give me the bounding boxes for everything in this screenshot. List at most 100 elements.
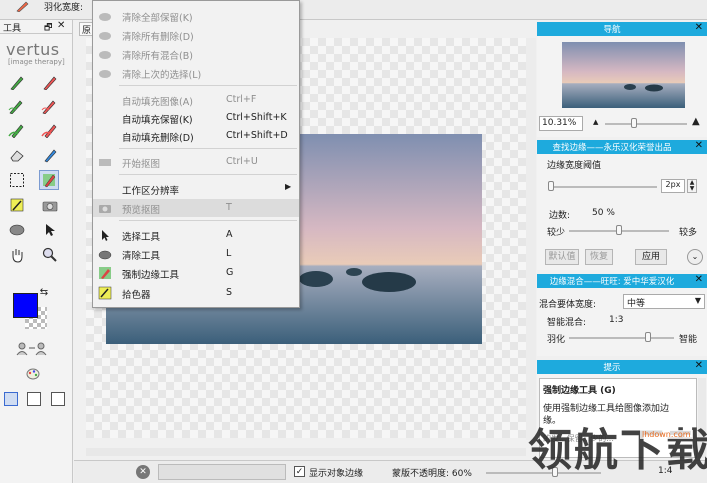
menu-item-clear-last-selection[interactable]: 清除上次的选择(L) <box>93 64 299 82</box>
zoom-icon[interactable] <box>40 245 60 265</box>
menu-separator <box>119 174 297 175</box>
camera-icon <box>98 201 112 215</box>
close-icon[interactable]: ✕ <box>695 22 703 33</box>
force-edge-tool-icon[interactable] <box>39 170 59 190</box>
eraser-icon <box>98 47 112 61</box>
tools-panel: 工具 🗗 ✕ vertus [image therapy] ⇆ <box>0 20 73 483</box>
submenu-arrow-icon: ▶ <box>285 182 292 191</box>
view-single-button[interactable] <box>4 392 18 406</box>
float-icon[interactable]: 🗗 <box>44 20 52 36</box>
compare-people-icon[interactable] <box>14 338 50 358</box>
zoom-input[interactable]: 10.31% <box>539 116 583 131</box>
edge-width-track[interactable] <box>549 186 657 188</box>
close-icon[interactable]: ✕ <box>695 274 703 285</box>
edge-blend-header: 边缘混合——旺旺: 爱中华爱汉化 ✕ <box>537 274 707 288</box>
swap-colors-icon[interactable]: ⇆ <box>38 286 50 298</box>
smart-label: 智能 <box>679 335 698 345</box>
delete-fill-icon[interactable] <box>40 96 60 116</box>
keep-brush-icon[interactable] <box>7 72 27 92</box>
edges-label: 边数: <box>549 211 571 221</box>
view-full-button[interactable] <box>51 392 65 406</box>
mountain-small-icon: ▲ <box>593 118 599 126</box>
delete-brush-icon[interactable] <box>40 72 60 92</box>
smart-blend-label: 智能混合: <box>547 318 587 328</box>
navigation-panel: 导航 ✕ 10.31% ▲ ▲ <box>537 22 707 137</box>
edge-width-thumb[interactable] <box>548 181 555 191</box>
clear-tool-icon <box>98 247 112 261</box>
vertical-scrollbar[interactable] <box>526 38 536 440</box>
watermark-text: 领航下载 <box>528 425 707 476</box>
restore-button[interactable]: 恢复 <box>585 249 613 265</box>
blend-slider-track[interactable] <box>569 337 674 339</box>
arrow-select-icon[interactable] <box>40 220 60 240</box>
show-edges-label: 显示对象边缘 <box>309 469 364 479</box>
more-label: 较多 <box>679 228 698 238</box>
find-edge-panel: 查找边缘——永乐汉化荣誉出品 ✕ 边缘宽度阈值 2px ▲ ▼ 边数: 50 % … <box>537 140 707 270</box>
close-icon[interactable]: ✕ <box>57 20 65 31</box>
menu-item-clear-all-keep[interactable]: 清除全部保留(K) <box>93 7 299 25</box>
apply-button[interactable]: 应用 <box>635 249 667 265</box>
menu-item-clear-tool[interactable]: 清除工具 L <box>93 245 299 263</box>
palette-icon[interactable] <box>23 364 43 384</box>
close-icon[interactable]: ✕ <box>695 140 703 151</box>
menu-separator <box>119 85 297 86</box>
show-edges-checkbox[interactable]: ✓ <box>294 466 305 477</box>
menu-item-color-picker[interactable]: 拾色器 S <box>93 284 299 302</box>
menu-item-autofill-delete[interactable]: 自动填充删除(D) Ctrl+Shift+D <box>93 127 299 145</box>
less-label: 较少 <box>547 228 566 238</box>
edge-width-input[interactable]: 2px <box>661 179 685 193</box>
navigation-thumbnail[interactable] <box>562 42 685 108</box>
menu-item-workspace-resolution[interactable]: 工作区分辨率 ▶ <box>93 180 299 198</box>
edge-width-label: 边缘宽度阈值 <box>547 161 602 171</box>
feather-tool-icon <box>14 0 30 13</box>
tips-header: 提示 ✕ <box>537 360 707 374</box>
keep-blend-icon[interactable] <box>7 120 27 140</box>
expand-chevron-icon[interactable]: ⌄ <box>687 249 703 265</box>
edge-width-spinner[interactable]: ▲ ▼ <box>687 179 697 193</box>
blend-width-label: 混合要体宽度: <box>539 300 597 310</box>
select-rect-icon[interactable] <box>7 170 27 190</box>
close-icon[interactable]: ✕ <box>695 360 703 371</box>
menu-item-clear-all-delete[interactable]: 清除所有删除(D) <box>93 26 299 44</box>
edit-dropdown-menu: 清除全部保留(K) 清除所有删除(D) 清除所有混合(B) 清除上次的选择(L)… <box>92 0 300 308</box>
horizontal-scrollbar[interactable] <box>86 448 526 456</box>
eraser-icon <box>98 28 112 42</box>
color-picker-icon[interactable] <box>7 195 27 215</box>
edge-blend-panel: 边缘混合——旺旺: 爱中华爱汉化 ✕ 混合要体宽度: 中等 ▼ 智能混合: 1:… <box>537 274 707 356</box>
edges-thumb[interactable] <box>616 225 622 235</box>
zoom-slider-thumb[interactable] <box>630 118 637 128</box>
hand-pan-icon[interactable] <box>7 245 27 265</box>
tools-panel-header: 工具 🗗 ✕ <box>0 20 72 34</box>
eraser-icon[interactable] <box>7 145 27 165</box>
edge-pen-icon[interactable] <box>40 145 60 165</box>
menu-item-force-edge-tool[interactable]: 强制边缘工具 G <box>93 264 299 282</box>
menu-separator <box>119 220 297 221</box>
default-button[interactable]: 默认值 <box>545 249 579 265</box>
eraser-icon <box>98 9 112 23</box>
vertus-logo-subtitle: [image therapy] <box>8 58 65 66</box>
camera-icon[interactable] <box>40 195 60 215</box>
menu-item-select-tool[interactable]: 选择工具 A <box>93 226 299 244</box>
menu-item-start-matting[interactable]: 开始抠图 Ctrl+U <box>93 153 299 171</box>
clear-tool-icon[interactable] <box>7 220 27 240</box>
tips-heading: 强制边缘工具 (G) <box>543 386 616 396</box>
tools-title: 工具 <box>3 24 22 34</box>
blend-slider-thumb[interactable] <box>644 332 651 342</box>
color-picker-icon <box>98 286 112 300</box>
keep-fill-icon[interactable] <box>7 96 27 116</box>
menu-item-preview-matting[interactable]: 预览抠图 T <box>93 199 299 217</box>
edges-value: 50 % <box>592 208 615 218</box>
menu-item-autofill-keep[interactable]: 自动填充保留(K) Ctrl+Shift+K <box>93 109 299 127</box>
menu-item-autofill-image[interactable]: 自动填充图像(A) Ctrl+F <box>93 91 299 109</box>
progress-bar <box>158 464 286 480</box>
menu-item-clear-all-blend[interactable]: 清除所有混合(B) <box>93 45 299 63</box>
feather-width-label: 羽化宽度: <box>44 3 84 13</box>
foreground-color-swatch[interactable] <box>13 293 38 318</box>
mountain-large-icon: ▲ <box>692 116 700 127</box>
view-split-button[interactable] <box>27 392 41 406</box>
blend-width-select[interactable]: 中等 ▼ <box>623 294 705 309</box>
zoom-slider-track[interactable] <box>605 123 687 125</box>
arrow-select-icon <box>98 228 112 242</box>
cancel-icon[interactable]: ✕ <box>136 465 150 479</box>
delete-blend-icon[interactable] <box>40 120 60 140</box>
